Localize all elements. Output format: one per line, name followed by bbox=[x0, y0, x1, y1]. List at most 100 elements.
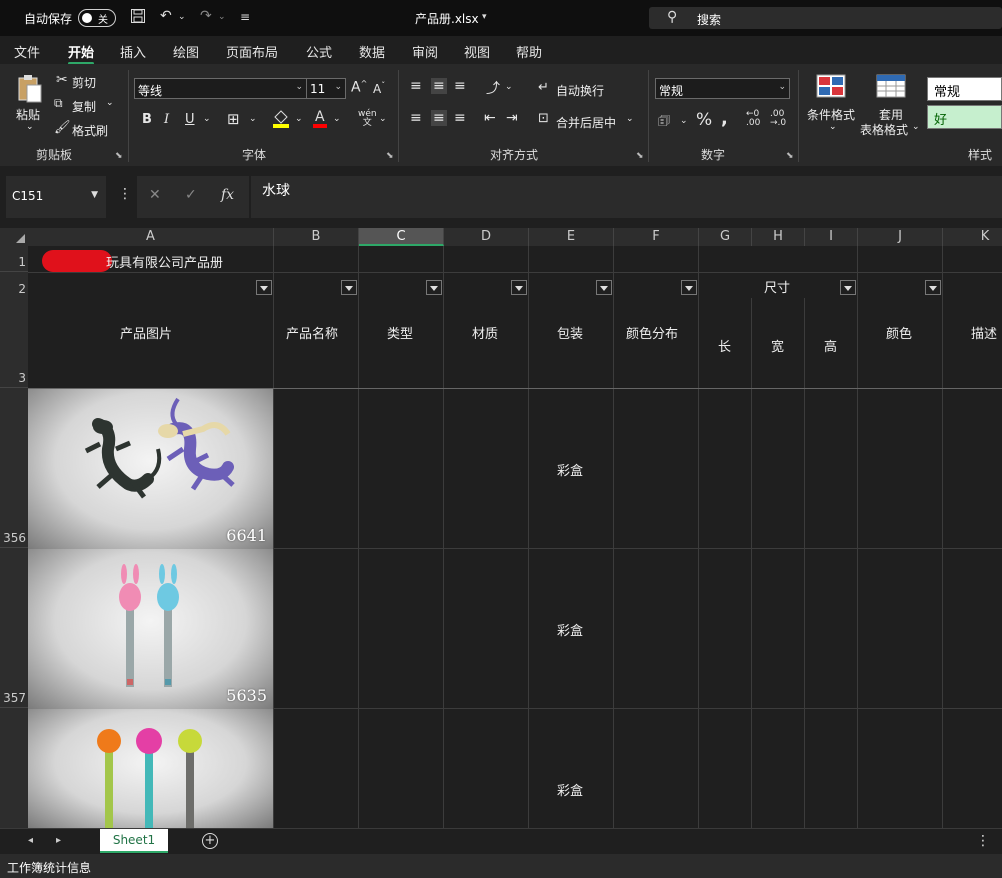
column-header-h[interactable]: H bbox=[752, 228, 805, 246]
filter-button-b[interactable] bbox=[341, 280, 357, 295]
font-color-dropdown-icon[interactable]: ⌄ bbox=[333, 114, 341, 124]
autosave-toggle[interactable]: 关 bbox=[78, 9, 116, 27]
save-icon[interactable] bbox=[130, 8, 146, 28]
increase-indent-icon[interactable]: ⇥ bbox=[506, 110, 518, 126]
column-header-f[interactable]: F bbox=[614, 228, 699, 246]
paste-icon[interactable] bbox=[16, 74, 44, 110]
format-painter-icon[interactable]: 🖌 bbox=[54, 120, 71, 135]
accounting-dropdown-icon[interactable]: ⌄ bbox=[680, 116, 688, 126]
phonetic-dropdown-icon[interactable]: ⌄ bbox=[379, 114, 387, 124]
font-launcher-icon[interactable]: ⬊ bbox=[386, 151, 394, 161]
filter-button-j[interactable] bbox=[925, 280, 941, 295]
style-good[interactable]: 好 bbox=[927, 105, 1002, 129]
insert-function-icon[interactable]: fx bbox=[221, 187, 234, 203]
decrease-decimal-icon[interactable]: .00 →.0 bbox=[770, 110, 786, 128]
row-header-3[interactable]: 3 bbox=[0, 298, 28, 388]
undo-dropdown-icon[interactable]: ⌄ bbox=[178, 12, 186, 22]
bold-icon[interactable]: B bbox=[142, 112, 152, 127]
cut-icon[interactable]: ✂ bbox=[56, 72, 68, 88]
paste-dropdown-icon[interactable]: ⌄ bbox=[26, 122, 34, 132]
merge-center-button[interactable]: 合并后居中 bbox=[556, 114, 616, 131]
merge-dropdown-icon[interactable]: ⌄ bbox=[626, 114, 634, 124]
format-as-table-icon[interactable] bbox=[876, 74, 906, 102]
formula-input[interactable]: 水球 bbox=[251, 176, 1002, 218]
align-center-icon[interactable]: ≡ bbox=[431, 110, 447, 126]
tab-page-layout[interactable]: 页面布局 bbox=[226, 42, 278, 61]
filter-button-f[interactable] bbox=[681, 280, 697, 295]
customize-toolbar-icon[interactable]: ≡ bbox=[240, 10, 250, 24]
alignment-launcher-icon[interactable]: ⬊ bbox=[636, 151, 644, 161]
tab-draw[interactable]: 绘图 bbox=[173, 42, 199, 61]
copy-icon[interactable]: ⧉ bbox=[54, 96, 63, 111]
row-header-356[interactable]: 356 bbox=[0, 388, 28, 548]
column-header-g[interactable]: G bbox=[699, 228, 752, 246]
cut-button[interactable]: 剪切 bbox=[72, 74, 96, 91]
undo-icon[interactable]: ↶ bbox=[160, 8, 172, 24]
column-header-c[interactable]: C bbox=[359, 228, 444, 246]
product-photo-lizards[interactable]: 6641 bbox=[28, 389, 273, 549]
percent-style-icon[interactable]: % bbox=[696, 110, 712, 130]
select-all-button[interactable] bbox=[0, 228, 28, 246]
workbook-statistics[interactable]: 工作簿统计信息 bbox=[7, 859, 91, 876]
cell-area[interactable]: 玩具有限公司产品册 产品图片 产品名称 类型 材质 包装 颜色分布 尺寸 长 宽… bbox=[28, 246, 1002, 828]
filter-button-e[interactable] bbox=[596, 280, 612, 295]
column-header-e[interactable]: E bbox=[529, 228, 614, 246]
paste-button[interactable]: 粘贴 bbox=[16, 106, 40, 123]
product-photo-bunny-pens[interactable]: 5635 bbox=[28, 549, 273, 709]
column-header-a[interactable]: A bbox=[28, 228, 274, 246]
redo-dropdown-icon[interactable]: ⌄ bbox=[218, 12, 226, 22]
filter-button-a[interactable] bbox=[256, 280, 272, 295]
align-right-icon[interactable]: ≡ bbox=[454, 110, 466, 126]
decrease-indent-icon[interactable]: ⇤ bbox=[484, 110, 496, 126]
accounting-format-icon[interactable]: 🗊 bbox=[658, 112, 670, 134]
phonetic-guide-icon[interactable]: wén 文 bbox=[358, 110, 377, 128]
redo-icon[interactable]: ↷ bbox=[200, 8, 212, 24]
font-name-select[interactable]: 等线 ⌄ bbox=[134, 78, 307, 99]
increase-font-size-icon[interactable]: A^ bbox=[351, 79, 367, 96]
enter-icon[interactable]: ✓ bbox=[185, 187, 197, 203]
column-header-b[interactable]: B bbox=[274, 228, 359, 246]
number-format-select[interactable]: 常规 ⌄ bbox=[655, 78, 790, 99]
file-title[interactable]: 产品册.xlsx bbox=[415, 10, 479, 27]
borders-icon[interactable]: ⊞ bbox=[227, 110, 240, 128]
underline-dropdown-icon[interactable]: ⌄ bbox=[203, 114, 211, 124]
tab-help[interactable]: 帮助 bbox=[516, 42, 542, 61]
align-middle-icon[interactable]: ≡ bbox=[431, 78, 447, 94]
row-header-2[interactable]: 2 bbox=[0, 272, 28, 298]
file-menu-chevron-icon[interactable]: ▾ bbox=[482, 12, 487, 22]
cancel-icon[interactable]: ✕ bbox=[149, 187, 161, 203]
tab-home[interactable]: 开始 bbox=[68, 42, 95, 65]
font-color-icon[interactable]: A bbox=[312, 108, 328, 132]
underline-icon[interactable]: U bbox=[185, 112, 195, 127]
row-header-1[interactable]: 1 bbox=[0, 246, 28, 272]
column-header-i[interactable]: I bbox=[805, 228, 858, 246]
row-header-358[interactable] bbox=[0, 708, 28, 828]
italic-icon[interactable]: I bbox=[164, 112, 169, 127]
comma-style-icon[interactable]: , bbox=[721, 108, 728, 129]
wrap-text-icon[interactable]: ↵ bbox=[538, 80, 549, 95]
conditional-dropdown-icon[interactable]: ⌄ bbox=[829, 122, 837, 132]
align-left-icon[interactable]: ≡ bbox=[410, 110, 422, 126]
more-options-icon[interactable]: ⋮ bbox=[118, 186, 132, 202]
search-box[interactable]: ⚲ 搜索 bbox=[649, 7, 1002, 29]
table-format-dropdown-icon[interactable]: ⌄ bbox=[912, 122, 920, 132]
add-sheet-icon[interactable]: + bbox=[202, 833, 218, 849]
tab-file[interactable]: 文件 bbox=[14, 42, 40, 61]
tab-insert[interactable]: 插入 bbox=[120, 42, 146, 61]
conditional-formatting-button[interactable]: 条件格式 bbox=[807, 106, 855, 123]
increase-decimal-icon[interactable]: ←0.00 bbox=[746, 110, 760, 128]
font-size-select[interactable]: 11 ⌄ bbox=[306, 78, 346, 99]
merge-center-icon[interactable]: ⊡ bbox=[538, 111, 549, 126]
conditional-formatting-icon[interactable] bbox=[816, 74, 846, 102]
align-top-icon[interactable]: ≡ bbox=[410, 78, 422, 94]
filter-button-c[interactable] bbox=[426, 280, 442, 295]
orientation-dropdown-icon[interactable]: ⌄ bbox=[505, 82, 513, 92]
align-bottom-icon[interactable]: ≡ bbox=[454, 78, 466, 94]
sheet-tab-sheet1[interactable]: Sheet1 bbox=[100, 829, 168, 853]
more-options-icon[interactable]: ⋮ bbox=[976, 833, 990, 849]
prev-sheet-icon[interactable]: ◂ bbox=[28, 835, 33, 846]
tab-review[interactable]: 审阅 bbox=[412, 42, 438, 61]
next-sheet-icon[interactable]: ▸ bbox=[56, 835, 61, 846]
column-header-d[interactable]: D bbox=[444, 228, 529, 246]
name-box[interactable]: C151 ▼ bbox=[6, 176, 106, 218]
